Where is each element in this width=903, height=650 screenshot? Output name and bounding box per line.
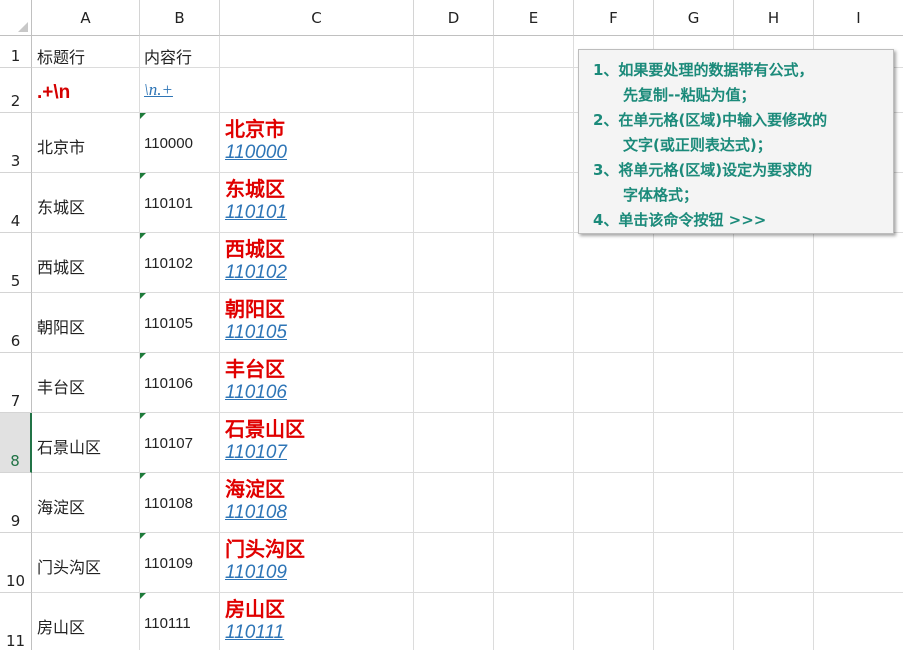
cell-c8-code: 110107 [225,442,287,463]
cell-b3[interactable]: 110000 [144,135,193,152]
cell-b6[interactable]: 110105 [144,315,193,332]
note-line-5: 3、将单元格(区域)设定为要求的 [593,161,813,179]
row-header-9[interactable]: 9 [0,473,32,533]
column-header-a[interactable]: A [32,0,140,36]
row-header-2[interactable]: 2 [0,68,32,113]
cell-a6[interactable]: 朝阳区 [37,314,85,338]
cell-c4-code: 110101 [225,202,287,223]
row-header-7[interactable]: 7 [0,353,32,413]
row-header-11[interactable]: 11 [0,593,32,650]
row-header-5[interactable]: 5 [0,233,32,293]
cell-c4-name: 东城区 [225,177,285,201]
cell-c7-name: 丰台区 [225,357,285,381]
cell-c6-name: 朝阳区 [225,297,285,321]
cell-a3[interactable]: 北京市 [37,134,85,158]
cell-b10[interactable]: 110109 [144,555,193,572]
cell-a9[interactable]: 海淀区 [37,494,85,518]
gridline [32,592,903,593]
cell-c9-code: 110108 [225,502,287,523]
row-header-1[interactable]: 1 [0,36,32,68]
gridline [32,472,903,473]
cell-b9[interactable]: 110108 [144,495,193,512]
note-line-1: 1、如果要处理的数据带有公式， [593,61,814,79]
cell-a2[interactable]: .+\n [37,82,70,104]
column-header-b[interactable]: B [140,0,220,36]
error-indicator-icon [140,293,146,299]
cell-a1[interactable]: 标题行 [37,44,85,68]
cell-c5[interactable]: 西城区 110102 [225,236,287,284]
gridline [139,36,140,650]
cell-c11-name: 房山区 [225,597,285,621]
cell-b1[interactable]: 内容行 [144,44,192,68]
column-header-e[interactable]: E [494,0,574,36]
error-indicator-icon [140,413,146,419]
row-header-8[interactable]: 8 [0,413,32,473]
error-indicator-icon [140,353,146,359]
cell-c11[interactable]: 房山区 110111 [225,596,285,644]
error-indicator-icon [140,233,146,239]
cell-b4[interactable]: 110101 [144,195,193,212]
gridline [219,36,220,650]
error-indicator-icon [140,173,146,179]
row-header-6[interactable]: 6 [0,293,32,353]
column-header-d[interactable]: D [414,0,494,36]
cell-c5-code: 110102 [225,262,287,283]
error-indicator-icon [140,533,146,539]
column-header-h[interactable]: H [734,0,814,36]
cell-a10[interactable]: 门头沟区 [37,554,101,578]
error-indicator-icon [140,113,146,119]
note-line-4: 文字(或正则表达式)； [623,136,772,154]
cell-c9-name: 海淀区 [225,477,285,501]
cell-c7-code: 110106 [225,382,287,403]
gridline [32,292,903,293]
select-all-corner[interactable] [0,0,32,36]
note-line-3: 2、在单元格(区域)中输入要修改的 [593,111,828,129]
spreadsheet[interactable]: A B C D E F G H I 1 2 3 4 5 6 7 8 9 10 1… [0,0,903,650]
gridline [32,412,903,413]
cell-c6[interactable]: 朝阳区 110105 [225,296,287,344]
cell-c10-code: 110109 [225,562,287,583]
row-header-10[interactable]: 10 [0,533,32,593]
cell-a7[interactable]: 丰台区 [37,374,85,398]
cell-a4[interactable]: 东城区 [37,194,85,218]
cell-a8[interactable]: 石景山区 [37,434,101,458]
column-header-c[interactable]: C [220,0,414,36]
cell-c10-name: 门头沟区 [225,537,305,561]
cell-c3-name: 北京市 [225,117,285,141]
error-indicator-icon [140,473,146,479]
gridline [32,352,903,353]
gridline [32,532,903,533]
cell-c7[interactable]: 丰台区 110106 [225,356,287,404]
cell-c3[interactable]: 北京市 110000 [225,116,287,164]
column-header-g[interactable]: G [654,0,734,36]
cell-c9[interactable]: 海淀区 110108 [225,476,287,524]
note-line-6: 字体格式； [623,186,699,204]
column-header-i[interactable]: I [814,0,903,36]
row-header-3[interactable]: 3 [0,113,32,173]
cell-c8-name: 石景山区 [225,417,305,441]
gridline [493,36,494,650]
cell-b7[interactable]: 110106 [144,375,193,392]
cell-b2[interactable]: \n.+ [144,80,173,100]
cell-c4[interactable]: 东城区 110101 [225,176,287,224]
cell-b8[interactable]: 110107 [144,435,193,452]
cell-a5[interactable]: 西城区 [37,254,85,278]
note-line-2: 先复制--粘贴为值； [623,86,756,104]
cell-b5[interactable]: 110102 [144,255,193,272]
instruction-textbox[interactable]: 1、如果要处理的数据带有公式， 先复制--粘贴为值； 2、在单元格(区域)中输入… [578,49,894,234]
cell-c10[interactable]: 门头沟区 110109 [225,536,305,584]
cell-c5-name: 西城区 [225,237,285,261]
note-line-7: 4、单击该命令按钮 >>> [593,211,767,229]
gridline [413,36,414,650]
cell-a11[interactable]: 房山区 [37,614,85,638]
cell-c8[interactable]: 石景山区 110107 [225,416,305,464]
row-header-4[interactable]: 4 [0,173,32,233]
cell-c6-code: 110105 [225,322,287,343]
column-header-f[interactable]: F [574,0,654,36]
cell-b11[interactable]: 110111 [144,615,191,632]
cell-c3-code: 110000 [225,142,287,163]
gridline [573,36,574,650]
error-indicator-icon [140,593,146,599]
cell-c11-code: 110111 [225,622,285,643]
